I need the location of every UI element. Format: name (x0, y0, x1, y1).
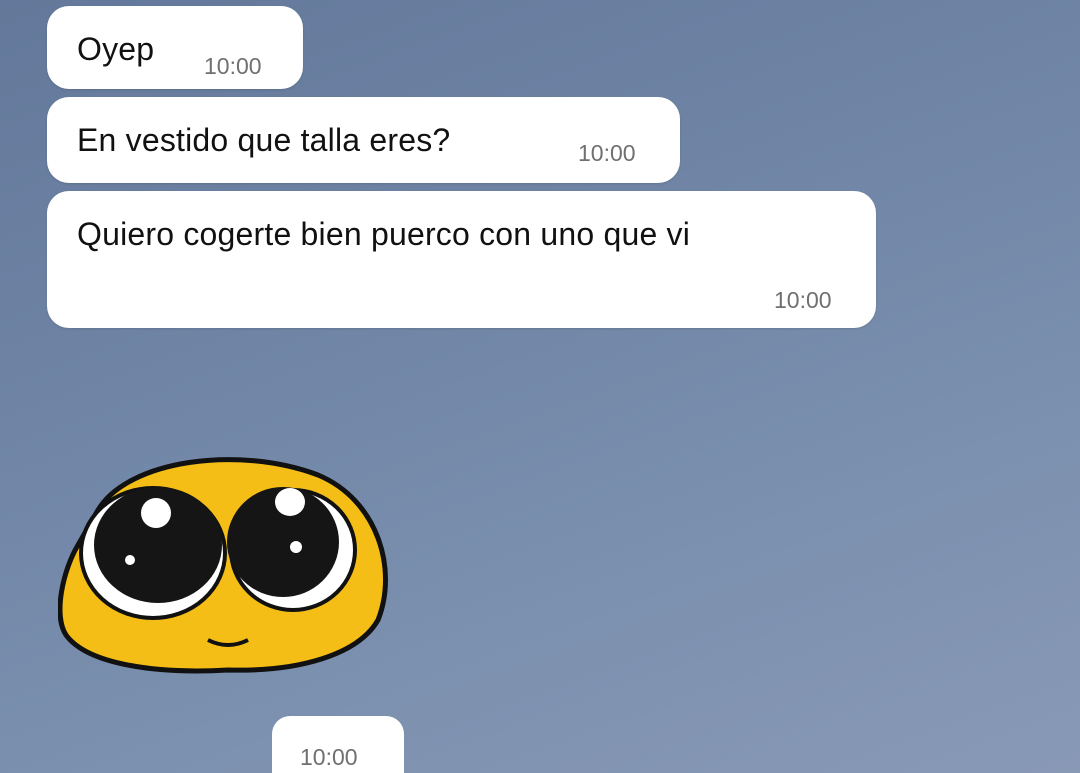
chat-background: Oyep 10:00 En vestido que talla eres? 10… (0, 0, 1080, 773)
message-bubble[interactable]: Quiero cogerte bien puerco con uno que v… (47, 191, 876, 328)
message-text: En vestido que talla eres? (77, 122, 451, 158)
message-timestamp: 10:00 (774, 287, 832, 313)
message-timestamp: 10:00 (204, 53, 262, 79)
sticker-timestamp: 10:00 (300, 744, 358, 770)
message-text: Quiero cogerte bien puerco con uno que v… (77, 216, 691, 252)
message-bubble[interactable]: Oyep 10:00 (47, 6, 303, 89)
moon-icon (903, 161, 925, 185)
message-bubble[interactable]: En vestido que talla eres? 10:00 (47, 97, 680, 183)
message-text: Oyep (77, 31, 155, 67)
message-timestamp: 10:00 (578, 140, 636, 166)
sticker-timestamp-bubble: 10:00 (272, 716, 404, 773)
pleading-face-sticker[interactable] (58, 450, 394, 676)
